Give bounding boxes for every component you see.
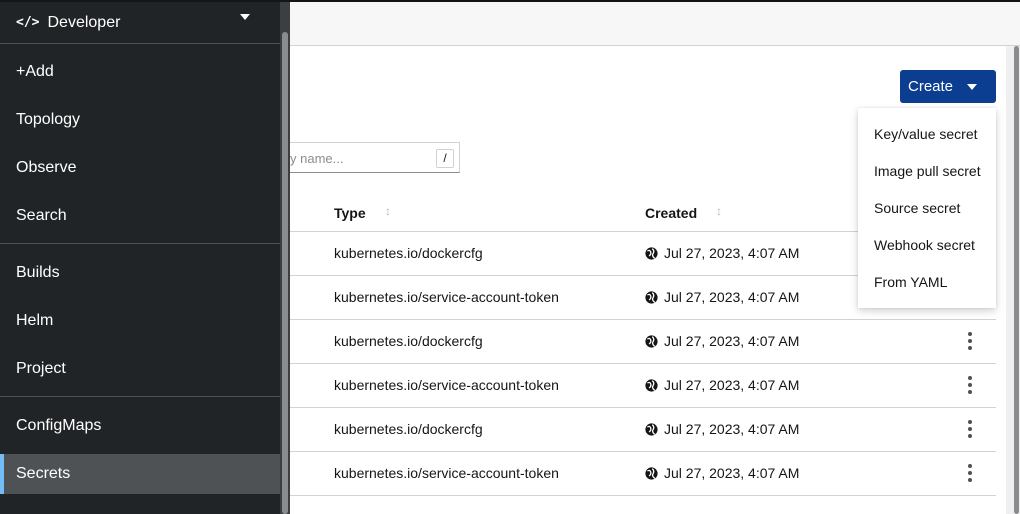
menu-item-webhook-secret[interactable]: Webhook secret [858,227,996,264]
filter-placeholder: y name... [290,151,344,166]
secret-type: kubernetes.io/service-account-token [334,465,559,481]
created-timestamp: Jul 27, 2023, 4:07 AM [645,465,799,481]
menu-item-from-yaml[interactable]: From YAML [858,264,996,301]
sidebar-item-helm[interactable]: Helm [0,301,280,341]
masthead [290,2,1020,46]
table-row: kubernetes.io/dockercfg Jul 27, 2023, 4:… [290,407,996,452]
created-timestamp: Jul 27, 2023, 4:07 AM [645,333,799,349]
secret-type: kubernetes.io/service-account-token [334,289,559,305]
globe-icon [645,378,658,392]
sort-icon[interactable]: ↕ [385,204,391,218]
sort-icon[interactable]: ↕ [716,204,722,218]
sidebar-item-observe[interactable]: Observe [0,148,280,188]
name-filter-input[interactable]: y name... / [290,142,460,173]
sidebar-item-configmaps[interactable]: ConfigMaps [0,406,280,446]
secret-type: kubernetes.io/service-account-token [334,377,559,393]
sidebar-divider [0,396,280,397]
sidebar-item-secrets[interactable]: Secrets [0,454,280,494]
globe-icon [645,466,658,480]
created-text: Jul 27, 2023, 4:07 AM [664,289,800,305]
create-button-label: Create [908,78,954,95]
globe-icon [645,290,658,304]
sidebar-item-topology[interactable]: Topology [0,100,280,140]
row-actions-kebab-icon[interactable] [966,464,974,482]
table-row: kubernetes.io/service-account-token Jul … [290,451,996,496]
keyboard-shortcut-hint: / [436,149,454,168]
column-header-type[interactable]: Type [334,205,366,221]
created-timestamp: Jul 27, 2023, 4:07 AM [645,377,799,393]
sidebar-divider [0,243,280,244]
table-bottom-border [290,495,996,496]
perspective-label: Developer [47,13,121,31]
sidebar-item-builds[interactable]: Builds [0,253,280,293]
globe-icon [645,246,658,260]
menu-item-source-secret[interactable]: Source secret [858,190,996,227]
table-row: kubernetes.io/service-account-token Jul … [290,363,996,408]
created-text: Jul 27, 2023, 4:07 AM [664,333,800,349]
globe-icon [645,422,658,436]
created-timestamp: Jul 27, 2023, 4:07 AM [645,245,799,261]
table-row: kubernetes.io/dockercfg Jul 27, 2023, 4:… [290,319,996,364]
row-actions-kebab-icon[interactable] [966,332,974,350]
create-dropdown-menu: Key/value secret Image pull secret Sourc… [858,108,996,308]
created-timestamp: Jul 27, 2023, 4:07 AM [645,421,799,437]
created-text: Jul 27, 2023, 4:07 AM [664,465,800,481]
menu-item-key-value-secret[interactable]: Key/value secret [858,116,996,153]
globe-icon [645,334,658,348]
menu-item-image-pull-secret[interactable]: Image pull secret [858,153,996,190]
sidebar-item-search[interactable]: Search [0,196,280,236]
perspective-switcher[interactable]: </> Developer [0,2,280,44]
created-text: Jul 27, 2023, 4:07 AM [664,245,800,261]
create-button[interactable]: Create [900,70,996,103]
sidebar-item-add[interactable]: +Add [0,52,280,92]
secret-type: kubernetes.io/dockercfg [334,421,483,437]
created-text: Jul 27, 2023, 4:07 AM [664,377,800,393]
secret-type: kubernetes.io/dockercfg [334,333,483,349]
row-actions-kebab-icon[interactable] [966,420,974,438]
row-actions-kebab-icon[interactable] [966,376,974,394]
sidebar-item-project[interactable]: Project [0,349,280,389]
created-timestamp: Jul 27, 2023, 4:07 AM [645,289,799,305]
created-text: Jul 27, 2023, 4:07 AM [664,421,800,437]
main-scrollbar-thumb[interactable] [1014,46,1019,514]
sidebar-nav: </> Developer +Add Topology Observe Sear… [0,2,280,514]
secret-type: kubernetes.io/dockercfg [334,245,483,261]
column-header-created[interactable]: Created [645,205,697,221]
caret-down-icon [240,14,250,20]
caret-down-icon [967,83,977,90]
sidebar-scrollbar-thumb[interactable] [282,32,288,514]
code-icon: </> [16,15,40,30]
